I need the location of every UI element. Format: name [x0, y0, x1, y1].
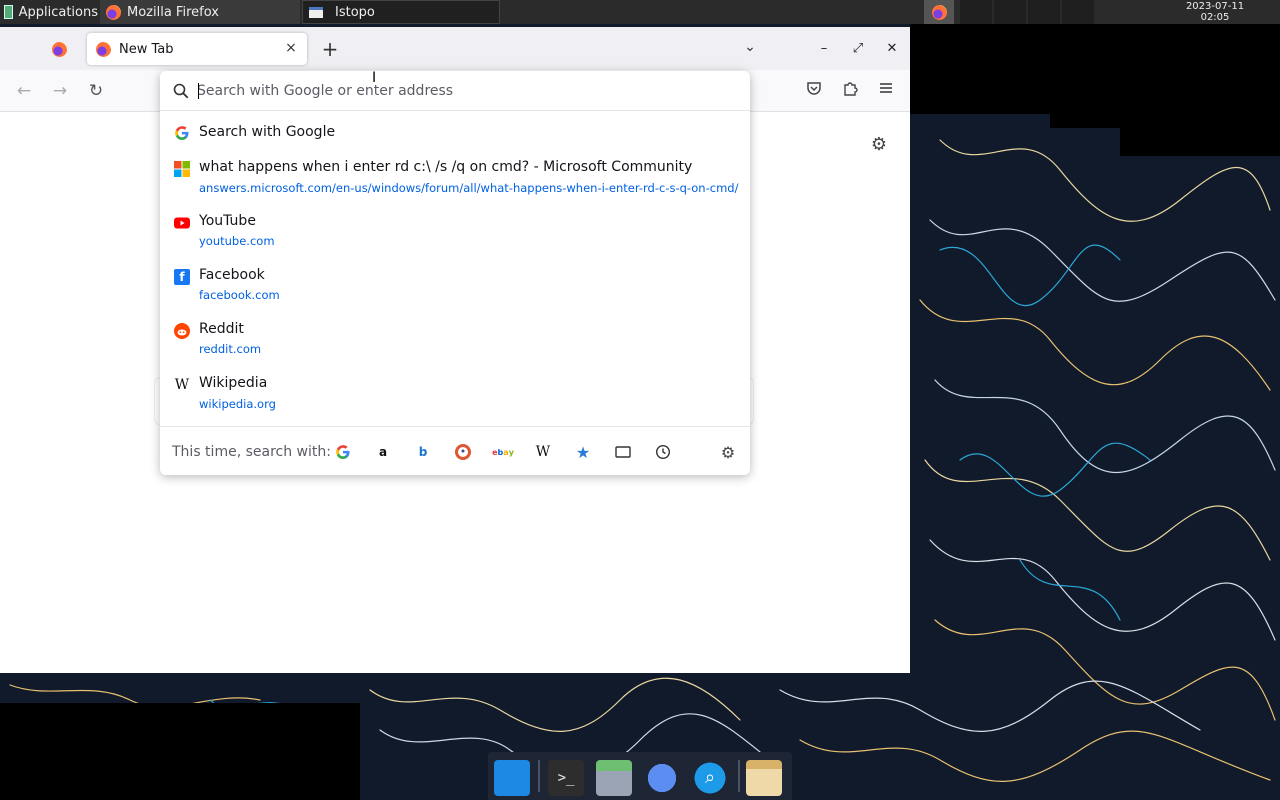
- tray-firefox-button[interactable]: [924, 0, 954, 24]
- wallpaper-gap: [1050, 114, 1280, 128]
- result-title: Facebook: [199, 267, 265, 283]
- result-youtube[interactable]: YouTube youtube.com: [164, 205, 746, 251]
- search-icon: [173, 83, 189, 99]
- wikipedia-icon: W: [174, 377, 190, 393]
- wallpaper-gap: [1120, 128, 1280, 156]
- wallpaper-gap: [0, 703, 360, 800]
- app-finder-icon[interactable]: ⌕: [692, 760, 728, 796]
- clock-time: 02:05: [1200, 12, 1230, 23]
- result-title: Wikipedia: [199, 375, 268, 391]
- dock-separator: [538, 760, 540, 792]
- result-title: Reddit: [199, 321, 244, 337]
- result-url: answers.microsoft.com/en-us/windows/foru…: [199, 181, 739, 195]
- pocket-button[interactable]: [802, 79, 826, 103]
- applications-menu-button[interactable]: Applications: [0, 0, 98, 24]
- duckduckgo-icon[interactable]: [453, 442, 473, 462]
- workspace-4[interactable]: [1062, 0, 1094, 24]
- result-title: YouTube: [199, 213, 256, 229]
- history-icon[interactable]: [653, 442, 673, 462]
- youtube-icon: [174, 215, 190, 231]
- applications-icon: [4, 5, 13, 19]
- result-url: facebook.com: [199, 288, 280, 302]
- web-browser-icon[interactable]: [644, 760, 680, 796]
- facebook-icon: f: [174, 269, 190, 285]
- result-wikipedia[interactable]: W Wikipedia wikipedia.org: [164, 367, 746, 413]
- taskbar-item-istopo[interactable]: Istopo: [302, 0, 500, 24]
- terminal-icon[interactable]: >_: [548, 760, 584, 796]
- reddit-icon: [174, 323, 190, 339]
- dock-separator: [738, 760, 740, 792]
- result-title: Search with Google: [199, 124, 336, 140]
- result-facebook[interactable]: f Facebook facebook.com: [164, 259, 746, 305]
- workspace-1[interactable]: [960, 0, 992, 24]
- close-tab-icon[interactable]: ×: [283, 40, 299, 56]
- taskbar-item-label: Mozilla Firefox: [127, 4, 219, 20]
- pocket-icon: [807, 82, 821, 95]
- workspace-3[interactable]: [1028, 0, 1060, 24]
- mouse-cursor-ibeam: I: [372, 70, 377, 86]
- google-icon[interactable]: [333, 442, 353, 462]
- window-icon: [309, 6, 323, 18]
- wallpaper-gap: [936, 24, 1280, 114]
- puzzle-icon: [844, 82, 858, 96]
- amazon-icon[interactable]: a: [373, 442, 393, 462]
- taskbar-item-firefox[interactable]: Mozilla Firefox: [100, 0, 300, 24]
- hamburger-icon: [880, 83, 892, 93]
- tab-title: New Tab: [119, 41, 174, 57]
- dock: >_ ⌕: [488, 752, 792, 800]
- firefox-view-icon[interactable]: [52, 42, 67, 57]
- clock-date: 2023-07-11: [1185, 1, 1245, 12]
- tabs-icon[interactable]: [613, 442, 633, 462]
- minimize-button[interactable]: –: [814, 40, 834, 58]
- new-tab-button[interactable]: +: [318, 37, 342, 61]
- google-icon: [174, 125, 190, 141]
- result-reddit[interactable]: Reddit reddit.com: [164, 313, 746, 359]
- one-off-search-buttons: This time, search with: a b ebay W ★ ⚙: [160, 426, 750, 475]
- tab-bar: New Tab × + ⌄ – ⤢ ✕: [0, 27, 910, 70]
- show-desktop-icon[interactable]: [494, 760, 530, 796]
- result-url: youtube.com: [199, 234, 275, 248]
- urlbar-input[interactable]: [197, 79, 737, 103]
- file-manager-icon[interactable]: [596, 760, 632, 796]
- result-title: what happens when i enter rd c:\ /s /q o…: [199, 159, 693, 175]
- gear-icon[interactable]: ⚙: [718, 442, 738, 462]
- result-microsoft-community[interactable]: what happens when i enter rd c:\ /s /q o…: [164, 151, 746, 197]
- bookmarks-icon[interactable]: ★: [573, 442, 593, 462]
- firefox-icon: [106, 4, 121, 20]
- bing-icon[interactable]: b: [413, 442, 433, 462]
- result-search-with-google[interactable]: Search with Google: [164, 115, 746, 149]
- text-caret: [198, 83, 199, 99]
- extensions-button[interactable]: [838, 79, 862, 103]
- app-menu-button[interactable]: [874, 79, 898, 103]
- result-url: wikipedia.org: [199, 397, 276, 411]
- wikipedia-icon[interactable]: W: [533, 442, 553, 462]
- reload-button[interactable]: ↻: [84, 79, 108, 103]
- clock[interactable]: 2023-07-11 02:05: [1180, 0, 1250, 24]
- top-panel: Applications Mozilla Firefox Istopo 2023…: [0, 0, 1280, 24]
- taskbar-item-label: Istopo: [335, 4, 375, 20]
- firefox-icon: [96, 41, 111, 57]
- one-off-label: This time, search with:: [172, 444, 331, 460]
- workspace-2[interactable]: [994, 0, 1026, 24]
- gear-icon[interactable]: ⚙: [868, 134, 890, 156]
- urlbar: [160, 71, 750, 111]
- microsoft-icon: [174, 161, 190, 177]
- applications-label: Applications: [18, 4, 98, 20]
- tab-new-tab[interactable]: New Tab ×: [87, 33, 307, 65]
- close-window-button[interactable]: ✕: [882, 40, 902, 58]
- result-url: reddit.com: [199, 342, 262, 356]
- workspace-switcher[interactable]: [960, 0, 1096, 24]
- wallpaper-gap: [910, 24, 936, 114]
- firefox-icon: [931, 4, 947, 20]
- folder-icon[interactable]: [746, 760, 782, 796]
- maximize-button[interactable]: ⤢: [848, 40, 868, 58]
- forward-button[interactable]: →: [48, 79, 72, 103]
- back-button[interactable]: ←: [12, 79, 36, 103]
- urlbar-dropdown: Search with Google what happens when i e…: [160, 71, 750, 475]
- ebay-icon[interactable]: ebay: [492, 442, 514, 462]
- chevron-down-icon[interactable]: ⌄: [738, 39, 762, 59]
